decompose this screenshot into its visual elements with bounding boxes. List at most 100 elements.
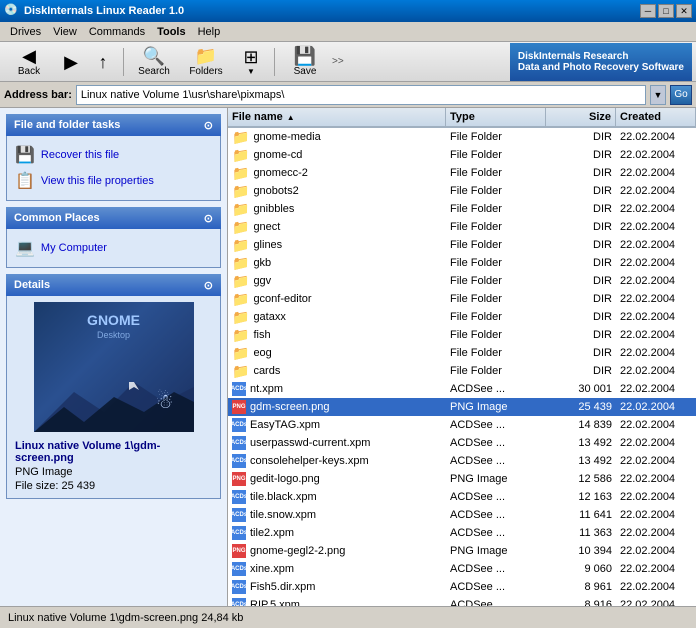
cell-name: ACDs tile2.xpm (228, 524, 446, 542)
places-header[interactable]: Common Places ⊙ (6, 207, 221, 229)
go-button[interactable]: Go (670, 85, 692, 105)
details-header[interactable]: Details ⊙ (6, 274, 221, 296)
table-row[interactable]: 📁 gconf-editor File Folder DIR 22.02.200… (228, 290, 696, 308)
table-row[interactable]: ACDs RIP.5.xpm ACDSee ... 8 916 22.02.20… (228, 596, 696, 606)
cell-created: 22.02.2004 (616, 524, 696, 542)
table-row[interactable]: ACDs EasyTAG.xpm ACDSee ... 14 839 22.02… (228, 416, 696, 434)
acds-icon: ACDs (232, 580, 246, 594)
png-icon: PNG (232, 400, 246, 414)
col-header-type[interactable]: Type (446, 108, 546, 126)
places-section: Common Places ⊙ 💻 My Computer (6, 207, 221, 268)
table-row[interactable]: 📁 ggv File Folder DIR 22.02.2004 (228, 272, 696, 290)
acds-icon: ACDs (232, 598, 246, 606)
table-row[interactable]: ACDs userpasswd-current.xpm ACDSee ... 1… (228, 434, 696, 452)
back-button[interactable]: ◀ Back (4, 45, 54, 79)
table-row[interactable]: ACDs nt.xpm ACDSee ... 30 001 22.02.2004 (228, 380, 696, 398)
file-name: RIP.5.xpm (250, 599, 300, 606)
table-row[interactable]: 📁 gnibbles File Folder DIR 22.02.2004 (228, 200, 696, 218)
table-row[interactable]: ACDs xine.xpm ACDSee ... 9 060 22.02.200… (228, 560, 696, 578)
view-button[interactable]: ⊞ ▼ (233, 45, 269, 79)
search-button[interactable]: 🔍 Search (129, 45, 179, 79)
folders-button[interactable]: 📁 Folders (181, 45, 231, 79)
table-row[interactable]: 📁 gnome-media File Folder DIR 22.02.2004 (228, 128, 696, 146)
cell-type: File Folder (446, 218, 546, 236)
detail-size: File size: 25 439 (15, 480, 212, 492)
details-body: GNOME Desktop ☃ Linux native Volume 1\gd… (6, 296, 221, 499)
png-icon: PNG (232, 472, 246, 486)
menu-view[interactable]: View (47, 24, 83, 40)
cell-type: ACDSee ... (446, 452, 546, 470)
address-input[interactable] (76, 85, 646, 105)
cell-size: 8 961 (546, 578, 616, 596)
cell-name: PNG gnome-gegl2-2.png (228, 542, 446, 560)
address-dropdown[interactable]: ▼ (650, 85, 666, 105)
file-name: tile2.xpm (250, 527, 294, 539)
toolbar-expand[interactable]: >> (332, 56, 344, 67)
my-computer-link[interactable]: 💻 My Computer (15, 235, 212, 261)
table-row[interactable]: 📁 gnect File Folder DIR 22.02.2004 (228, 218, 696, 236)
cell-type: File Folder (446, 236, 546, 254)
file-name: gedit-logo.png (250, 473, 320, 485)
col-header-name[interactable]: File name ▲ (228, 108, 446, 126)
cell-name: 📁 eog (228, 344, 446, 362)
file-name: fish (253, 329, 270, 341)
menu-drives[interactable]: Drives (4, 24, 47, 40)
title-bar: 💿 DiskInternals Linux Reader 1.0 ─ □ ✕ (0, 0, 696, 22)
forward-button[interactable]: ▶ (56, 45, 86, 79)
properties-link[interactable]: 📋 View this file properties (15, 168, 212, 194)
col-header-size[interactable]: Size (546, 108, 616, 126)
table-row[interactable]: 📁 glines File Folder DIR 22.02.2004 (228, 236, 696, 254)
details-collapse-icon[interactable]: ⊙ (204, 279, 213, 292)
folder-icon: 📁 (232, 255, 249, 272)
tasks-header[interactable]: File and folder tasks ⊙ (6, 114, 221, 136)
file-name: nt.xpm (250, 383, 283, 395)
close-button[interactable]: ✕ (676, 4, 692, 18)
cell-type: PNG Image (446, 398, 546, 416)
maximize-button[interactable]: □ (658, 4, 674, 18)
table-row[interactable]: 📁 gataxx File Folder DIR 22.02.2004 (228, 308, 696, 326)
table-row[interactable]: PNG gnome-gegl2-2.png PNG Image 10 394 2… (228, 542, 696, 560)
table-row[interactable]: ACDs Fish5.dir.xpm ACDSee ... 8 961 22.0… (228, 578, 696, 596)
menu-bar: Drives View Commands Tools Help (0, 22, 696, 42)
cell-size: 9 060 (546, 560, 616, 578)
table-row[interactable]: PNG gdm-screen.png PNG Image 25 439 22.0… (228, 398, 696, 416)
cell-created: 22.02.2004 (616, 200, 696, 218)
status-bar: Linux native Volume 1\gdm-screen.png 24,… (0, 606, 696, 628)
table-row[interactable]: 📁 gkb File Folder DIR 22.02.2004 (228, 254, 696, 272)
up-button[interactable]: ↑ (88, 45, 118, 79)
menu-help[interactable]: Help (192, 24, 227, 40)
cell-type: File Folder (446, 254, 546, 272)
table-row[interactable]: ACDs tile2.xpm ACDSee ... 11 363 22.02.2… (228, 524, 696, 542)
file-name: tile.snow.xpm (250, 509, 316, 521)
cell-type: File Folder (446, 272, 546, 290)
menu-tools[interactable]: Tools (151, 24, 192, 40)
computer-icon: 💻 (15, 238, 35, 258)
file-name: gnobots2 (253, 185, 298, 197)
menu-commands[interactable]: Commands (83, 24, 151, 40)
table-row[interactable]: 📁 gnome-cd File Folder DIR 22.02.2004 (228, 146, 696, 164)
save-button[interactable]: 💾 Save (280, 45, 330, 79)
cell-type: ACDSee ... (446, 434, 546, 452)
table-row[interactable]: ACDs tile.black.xpm ACDSee ... 12 163 22… (228, 488, 696, 506)
table-row[interactable]: 📁 cards File Folder DIR 22.02.2004 (228, 362, 696, 380)
table-row[interactable]: 📁 gnobots2 File Folder DIR 22.02.2004 (228, 182, 696, 200)
table-row[interactable]: ACDs tile.snow.xpm ACDSee ... 11 641 22.… (228, 506, 696, 524)
cell-size: 12 586 (546, 470, 616, 488)
acds-icon: ACDs (232, 508, 246, 522)
table-row[interactable]: 📁 fish File Folder DIR 22.02.2004 (228, 326, 696, 344)
table-row[interactable]: 📁 gnomecc-2 File Folder DIR 22.02.2004 (228, 164, 696, 182)
gnome-character: ☃ (156, 389, 174, 414)
table-row[interactable]: PNG gedit-logo.png PNG Image 12 586 22.0… (228, 470, 696, 488)
minimize-button[interactable]: ─ (640, 4, 656, 18)
tasks-collapse-icon[interactable]: ⊙ (204, 119, 213, 132)
cell-size: DIR (546, 146, 616, 164)
table-row[interactable]: ACDs consolehelper-keys.xpm ACDSee ... 1… (228, 452, 696, 470)
left-panel: File and folder tasks ⊙ 💾 Recover this f… (0, 108, 228, 606)
cell-name: ACDs RIP.5.xpm (228, 596, 446, 606)
recover-link[interactable]: 💾 Recover this file (15, 142, 212, 168)
places-collapse-icon[interactable]: ⊙ (204, 212, 213, 225)
file-list-body[interactable]: 📁 gnome-media File Folder DIR 22.02.2004… (228, 128, 696, 606)
table-row[interactable]: 📁 eog File Folder DIR 22.02.2004 (228, 344, 696, 362)
col-header-created[interactable]: Created (616, 108, 696, 126)
png-icon: PNG (232, 544, 246, 558)
